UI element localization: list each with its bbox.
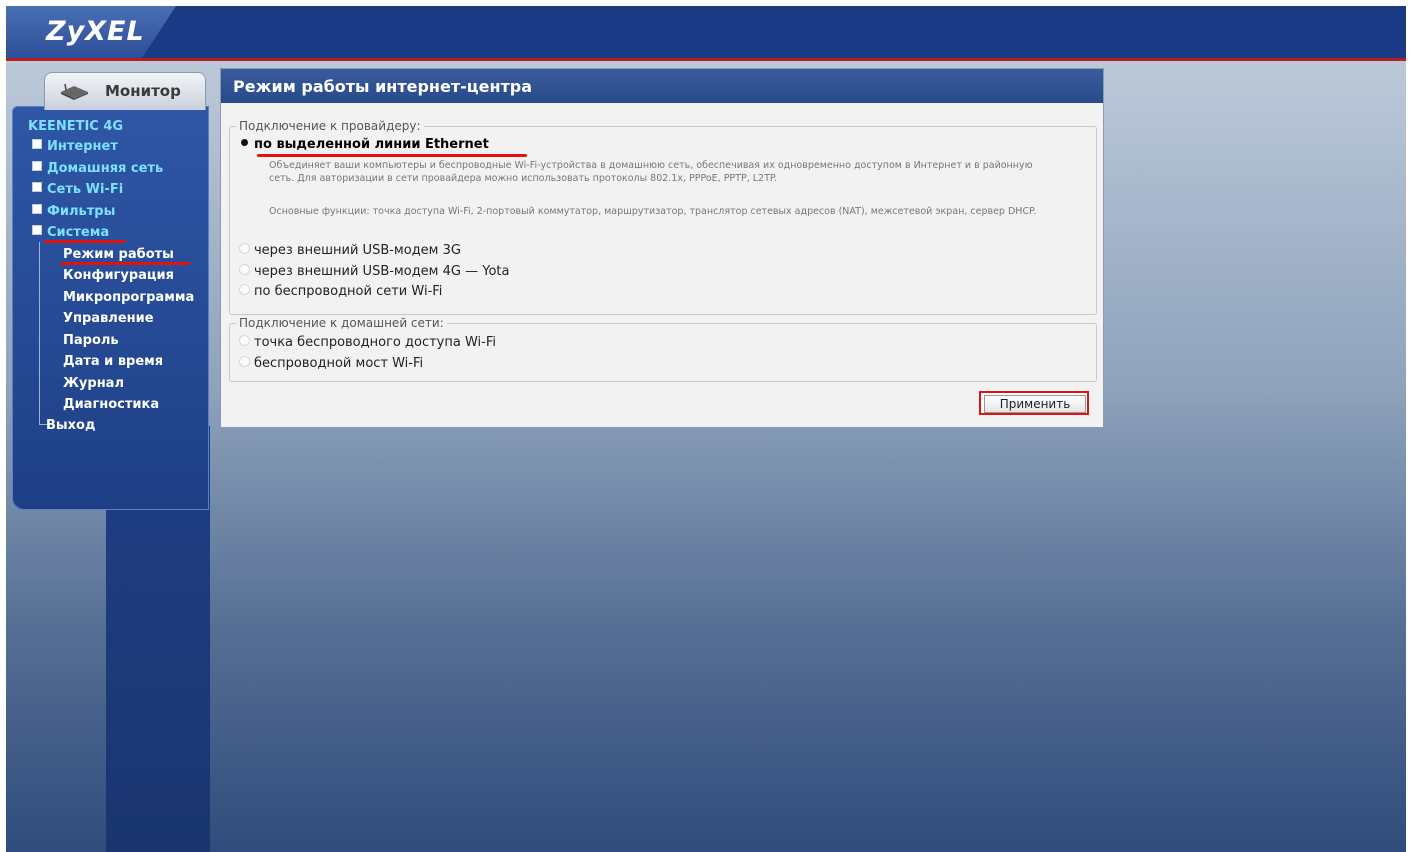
expand-icon <box>32 204 42 214</box>
panel-title-bar: Режим работы интернет-центра <box>221 69 1103 103</box>
expand-icon <box>32 139 42 149</box>
radio-icon[interactable] <box>239 335 250 346</box>
radio-usb-4g-yota[interactable]: через внешний USB-модем 4G — Yota <box>239 264 509 279</box>
sidebar-subitem-diagnostics[interactable]: Диагностика <box>63 397 159 412</box>
collapse-icon <box>32 225 42 235</box>
zyxel-logo: ZyXEL <box>46 16 145 47</box>
radio-icon[interactable] <box>239 243 250 254</box>
highlight-underline <box>257 154 527 157</box>
expand-icon <box>32 161 42 171</box>
sidebar-item-label: Фильтры <box>47 204 116 219</box>
monitor-tab-label: Монитор <box>105 82 181 100</box>
sidebar-subitem-configuration[interactable]: Конфигурация <box>63 268 174 283</box>
radio-icon[interactable] <box>239 284 250 295</box>
mode-functions: Основные функции: точка доступа Wi-Fi, 2… <box>269 206 1037 217</box>
radio-checked-icon[interactable] <box>241 139 248 146</box>
sidebar-subitem-firmware[interactable]: Микропрограмма <box>63 290 194 305</box>
radio-icon[interactable] <box>239 264 250 275</box>
highlight-underline <box>60 262 190 265</box>
radio-label: по беспроводной сети Wi-Fi <box>254 284 443 299</box>
sidebar-subitem-management[interactable]: Управление <box>63 311 154 326</box>
sidebar-item-label: Домашняя сеть <box>47 161 164 176</box>
highlight-underline <box>44 240 126 243</box>
sidebar-item-label: Система <box>47 225 110 240</box>
sidebar-item-exit[interactable]: Выход <box>46 418 95 433</box>
radio-wireless-bridge[interactable]: беспроводной мост Wi-Fi <box>239 356 423 371</box>
device-title: KEENETIC 4G <box>28 119 124 134</box>
radio-label: точка беспроводного доступа Wi-Fi <box>254 335 496 350</box>
radio-access-point[interactable]: точка беспроводного доступа Wi-Fi <box>239 335 496 350</box>
radio-label: через внешний USB-модем 4G — Yota <box>254 264 510 279</box>
radio-label: через внешний USB-модем 3G <box>254 243 461 258</box>
header-bar: ZyXEL <box>6 6 1406 61</box>
sidebar-item-system[interactable]: Система <box>32 225 109 240</box>
router-web-interface: ZyXEL Монитор KEENETIC 4G Интернет Домаш… <box>6 6 1406 852</box>
sidebar-subitem-log[interactable]: Журнал <box>63 376 124 391</box>
router-icon <box>61 83 88 100</box>
sidebar-item-internet[interactable]: Интернет <box>32 139 118 154</box>
sidebar-subitem-mode[interactable]: Режим работы <box>63 247 174 262</box>
radio-label: по выделенной линии Ethernet <box>254 137 489 152</box>
provider-group-legend: Подключение к провайдеру: <box>239 119 421 133</box>
monitor-tab[interactable]: Монитор <box>44 72 206 110</box>
page-title: Режим работы интернет-центра <box>233 77 533 96</box>
expand-icon <box>32 182 42 192</box>
sidebar-item-label: Сеть Wi-Fi <box>47 182 124 197</box>
sidebar-item-home-network[interactable]: Домашняя сеть <box>32 161 163 176</box>
sidebar-item-label: Интернет <box>47 139 118 154</box>
home-group-legend: Подключение к домашней сети: <box>239 316 444 330</box>
sidebar-subitem-date-time[interactable]: Дата и время <box>63 354 163 369</box>
mode-description: Объединяет ваши компьютеры и беспроводны… <box>269 160 1033 184</box>
sidebar-item-filters[interactable]: Фильтры <box>32 204 115 219</box>
sidebar-item-wifi[interactable]: Сеть Wi-Fi <box>32 182 123 197</box>
apply-button[interactable]: Применить <box>984 395 1086 413</box>
radio-icon[interactable] <box>239 356 250 367</box>
sidebar-subitem-password[interactable]: Пароль <box>63 333 119 348</box>
main-panel: Режим работы интернет-центра Подключение… <box>220 68 1104 428</box>
apply-button-highlight: Применить <box>979 391 1089 415</box>
radio-label: беспроводной мост Wi-Fi <box>254 356 424 371</box>
radio-ethernet[interactable]: по выделенной линии Ethernet <box>239 137 489 152</box>
radio-wifi-wan[interactable]: по беспроводной сети Wi-Fi <box>239 284 442 299</box>
tree-line <box>39 242 40 424</box>
radio-usb-3g[interactable]: через внешний USB-модем 3G <box>239 243 461 258</box>
